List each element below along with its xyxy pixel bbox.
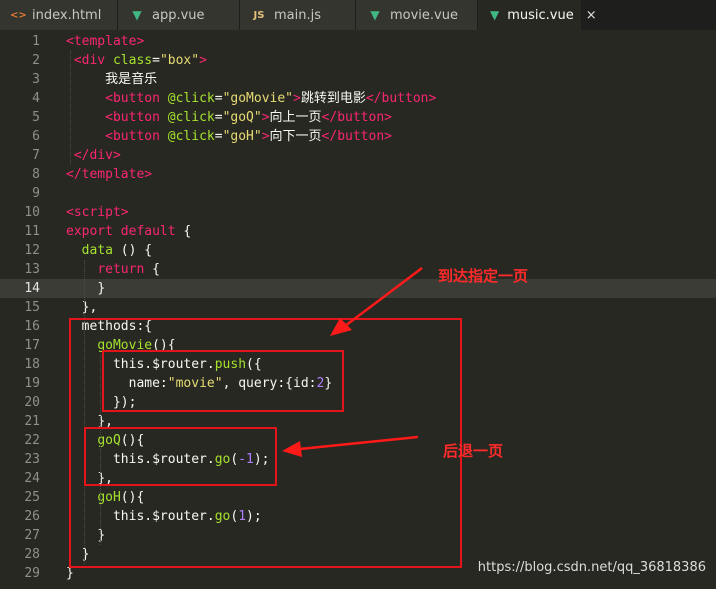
- annotation-back: 后退一页: [443, 442, 504, 460]
- arrow-to-go-head: [282, 441, 302, 457]
- watermark: https://blog.csdn.net/qq_36818386: [477, 560, 706, 575]
- annotation-arrows: [282, 267, 423, 457]
- arrow-to-push: [344, 267, 423, 327]
- arrow-to-go: [299, 435, 419, 451]
- annotation-arrival: 到达指定一页: [438, 267, 529, 285]
- arrow-to-push-head: [330, 318, 352, 336]
